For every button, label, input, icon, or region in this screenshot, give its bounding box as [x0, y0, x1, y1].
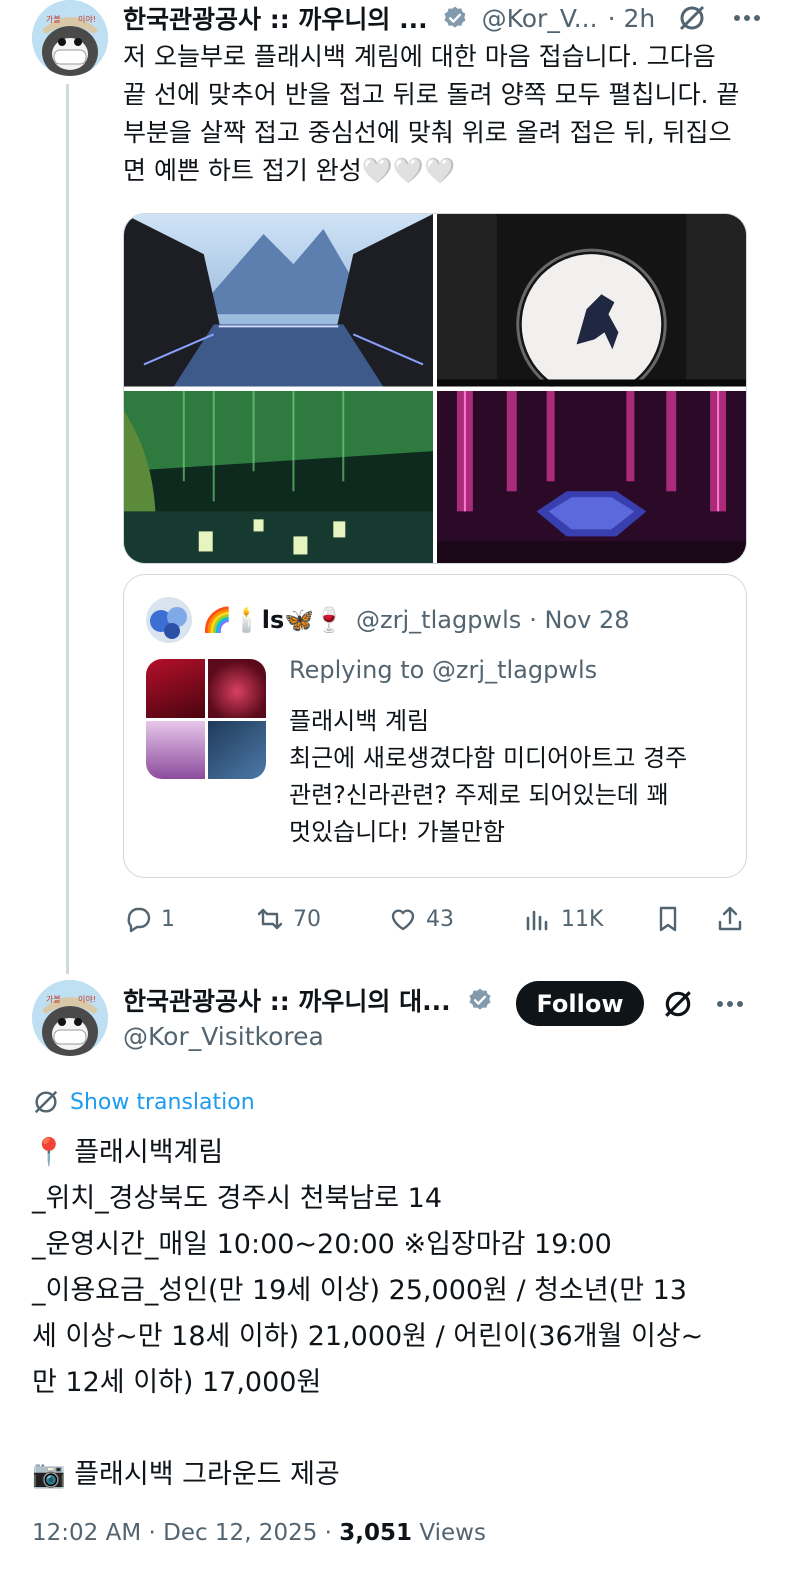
quoted-tweet-date[interactable]: · Nov 28 — [529, 606, 629, 634]
share-icon — [718, 906, 742, 931]
like-button[interactable]: 43 — [388, 896, 454, 942]
author-name[interactable]: 한국관광공사 :: 까우니의 ... — [123, 0, 428, 36]
grok-icon[interactable] — [677, 3, 707, 33]
tweet-time[interactable]: · 2h — [608, 4, 656, 33]
tweet-header: 한국관광공사 :: 까우니의 ... @Kor_V... · 2h — [123, 0, 761, 36]
tweet-views-label: Views — [412, 1520, 486, 1546]
tweet-timestamp[interactable]: 12:02 AM · Dec 12, 2025 · — [32, 1520, 339, 1546]
author-avatar[interactable]: 가볼 이야! — [32, 0, 108, 76]
main-tweet-header: 한국관광공사 :: 까우니의 대... — [123, 982, 493, 1018]
bookmark-button[interactable] — [653, 896, 683, 942]
repost-button[interactable]: 70 — [255, 896, 321, 942]
svg-text:이야!: 이야! — [78, 14, 96, 24]
grok-icon[interactable] — [662, 988, 694, 1020]
tweet-metadata: 12:02 AM · Dec 12, 2025 · 3,051 Views — [32, 1520, 486, 1546]
quoted-author-avatar[interactable] — [146, 597, 192, 643]
media-image-green-forest[interactable] — [124, 390, 433, 563]
heart-icon — [391, 909, 415, 931]
views-count: 11K — [561, 906, 604, 932]
reply-count: 1 — [161, 906, 175, 932]
svg-text:가볼: 가볼 — [46, 994, 61, 1004]
more-options-icon[interactable] — [716, 1000, 744, 1008]
translate-icon — [34, 1090, 58, 1114]
quoted-author-handle[interactable]: @zrj_tlagpwls — [356, 606, 521, 634]
tweet-media-grid[interactable] — [123, 213, 747, 564]
quoted-tweet-text: 플래시백 계림 최근에 새로생겼다함 미디어아트고 경주 관련?신라관련? 주제… — [289, 707, 688, 846]
analytics-icon — [526, 910, 548, 931]
show-translation-label[interactable]: Show translation — [70, 1090, 255, 1115]
tweet-text: 저 오늘부로 플래시백 계림에 대한 마음 접습니다. 그다음 끝 선에 맞추어… — [123, 42, 740, 185]
svg-text:가볼: 가볼 — [46, 14, 61, 24]
reply-button[interactable]: 1 — [123, 896, 175, 942]
media-image-moon-horse[interactable] — [437, 214, 746, 387]
repost-icon — [257, 908, 283, 930]
quoted-media-thumbnail[interactable] — [146, 659, 266, 779]
quoted-replying-to[interactable]: Replying to @zrj_tlagpwls — [289, 651, 729, 689]
verified-badge-icon — [467, 987, 493, 1013]
like-count: 43 — [426, 906, 454, 932]
quoted-tweet-header: 🌈🕯️ls🦋🍷 @zrj_tlagpwls · Nov 28 — [202, 601, 630, 639]
verified-badge-icon — [442, 5, 468, 31]
svg-text:이야!: 이야! — [78, 994, 96, 1004]
author-handle[interactable]: @Kor_V... — [482, 4, 598, 33]
repost-count: 70 — [293, 906, 321, 932]
author-avatar-main[interactable]: 가볼 이야! — [32, 980, 108, 1056]
media-image-mountain-lake[interactable] — [124, 214, 433, 387]
tweet-views-count: 3,051 — [339, 1520, 413, 1546]
follow-button[interactable]: Follow — [516, 981, 644, 1026]
media-image-purple-stage[interactable] — [437, 390, 746, 563]
author-name-main[interactable]: 한국관광공사 :: 까우니의 대... — [123, 982, 451, 1018]
author-handle-main[interactable]: @Kor_Visitkorea — [123, 1022, 324, 1051]
share-button[interactable] — [715, 896, 745, 942]
tweet-action-bar: 1 70 43 11K — [123, 896, 747, 942]
quoted-author-name[interactable]: 🌈🕯️ls🦋🍷 — [202, 606, 344, 634]
reply-icon — [127, 907, 151, 933]
views-button[interactable]: 11K — [523, 896, 603, 942]
main-tweet-text: 📍 플래시백계림 _위치_경상북도 경주시 천북남로 14 _운영시간_매일 1… — [32, 1137, 704, 1490]
thread-connector-line — [66, 84, 69, 974]
main-tweet-handle-row: @Kor_Visitkorea — [123, 1018, 324, 1054]
bookmark-icon — [659, 906, 677, 932]
quoted-tweet-card[interactable]: 🌈🕯️ls🦋🍷 @zrj_tlagpwls · Nov 28 Replying … — [123, 574, 747, 878]
mascot-avatar-icon: 가볼 이야! — [32, 0, 108, 76]
more-options-icon[interactable] — [733, 14, 761, 22]
show-translation-link[interactable]: Show translation — [32, 1088, 255, 1116]
mascot-avatar-icon: 가볼 이야! — [32, 980, 108, 1056]
